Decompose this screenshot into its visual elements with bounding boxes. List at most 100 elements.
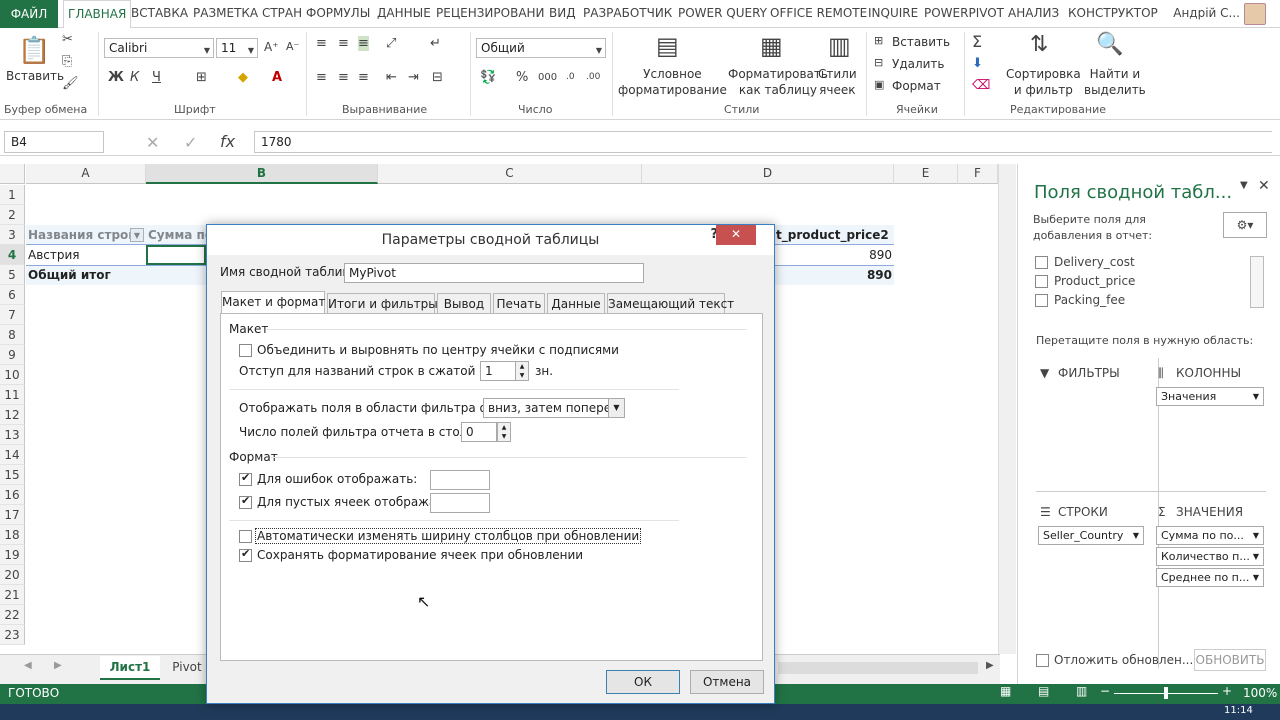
conditional-format-button[interactable]: Условное форматирование [618, 66, 727, 98]
field-checkbox-product-price[interactable] [1035, 275, 1048, 288]
filter-count-input[interactable]: 0 [461, 422, 497, 442]
indent-input[interactable]: 1 [480, 361, 516, 381]
name-box[interactable]: B4 [4, 131, 104, 153]
tab-alt-text[interactable]: Замещающий текст [607, 293, 734, 314]
formula-input[interactable]: 1780 [254, 131, 1272, 153]
copy-icon[interactable]: ⎘ [62, 54, 72, 69]
scroll-right-icon[interactable]: ▶ [986, 660, 994, 671]
sheet-tab-sheet1[interactable]: Лист1 [100, 656, 160, 680]
row-header[interactable]: 19 [0, 545, 25, 565]
horizontal-scrollbar[interactable] [778, 662, 978, 674]
cell-styles-button[interactable]: Стили ячеек [818, 66, 857, 98]
empty-cells-label[interactable]: Для пустых ячеек отображать: [257, 495, 454, 509]
italic-button[interactable]: К [130, 70, 139, 85]
thousands-button[interactable]: 000 [538, 72, 557, 83]
tab-office-remote[interactable]: OFFICE REMOTE [770, 6, 867, 20]
cell-d4[interactable]: 890 [860, 245, 892, 265]
format-as-table-button[interactable]: Форматировать как таблицу [728, 66, 828, 98]
selected-cell-b4[interactable] [146, 245, 206, 265]
increase-decimal-icon[interactable]: .0 [566, 72, 575, 82]
errors-label[interactable]: Для ошибок отображать: [257, 472, 417, 486]
row-header[interactable]: 14 [0, 445, 25, 465]
row-header[interactable]: 10 [0, 365, 25, 385]
column-header-f[interactable]: F [958, 164, 998, 184]
tab-layout-format[interactable]: Макет и формат [221, 291, 325, 315]
zoom-level[interactable]: 100% [1243, 686, 1277, 700]
tab-data[interactable]: ДАННЫЕ [377, 6, 431, 20]
align-center-icon[interactable]: ≡ [338, 70, 349, 85]
preserve-format-checkbox[interactable] [239, 547, 252, 562]
field-checkbox-delivery-cost[interactable] [1035, 256, 1048, 269]
tab-printing[interactable]: Печать [493, 293, 545, 314]
preserve-format-label[interactable]: Сохранять форматирование ячеек при обнов… [257, 548, 583, 562]
font-name-select[interactable]: Calibri ▼ [104, 38, 214, 58]
orientation-icon[interactable]: ⤢ [386, 36, 396, 51]
column-header-c[interactable]: C [378, 164, 642, 184]
fill-color-icon[interactable]: ◆ [238, 70, 248, 85]
find-select-button[interactable]: Найти и выделить [1084, 66, 1146, 98]
autosum-icon[interactable]: Σ [972, 32, 982, 51]
page-layout-view-icon[interactable]: ▤ [1038, 684, 1049, 698]
tab-data[interactable]: Данные [547, 293, 605, 314]
zoom-slider-thumb[interactable] [1164, 687, 1168, 699]
merge-center-icon[interactable]: ⊟ [432, 70, 443, 85]
row-header[interactable]: 9 [0, 345, 25, 365]
column-header-e[interactable]: E [894, 164, 958, 184]
indent-spinner[interactable]: ▲ ▼ [515, 361, 529, 381]
tab-formulas[interactable]: ФОРМУЛЫ [306, 6, 370, 20]
align-middle-icon[interactable]: ≡ [338, 36, 349, 51]
close-icon[interactable]: ✕ [1258, 178, 1270, 194]
filter-order-select[interactable]: вниз, затем поперек ▼ [483, 398, 625, 418]
zoom-in-icon[interactable]: + [1222, 684, 1232, 698]
close-button[interactable]: ✕ [716, 225, 756, 245]
cell-a5[interactable]: Общий итог [28, 265, 111, 285]
row-header[interactable]: 4 [0, 245, 25, 265]
binoculars-icon[interactable]: 🔍 [1096, 32, 1123, 57]
row-header[interactable]: 21 [0, 585, 25, 605]
empty-cells-checkbox[interactable] [239, 494, 252, 509]
tab-powerpivot[interactable]: POWERPIVOT [924, 6, 1004, 20]
tab-display[interactable]: Вывод [437, 293, 491, 314]
cut-icon[interactable]: ✂ [62, 32, 73, 47]
pivot-name-input[interactable]: MyPivot [344, 263, 644, 283]
autofit-label[interactable]: Автоматически изменять ширину столбцов п… [255, 528, 642, 544]
values-field-count[interactable]: Количество п... ▼ [1156, 547, 1264, 566]
paste-button[interactable]: Вставить [6, 68, 64, 84]
next-sheet-icon[interactable]: ▶ [54, 660, 62, 671]
cell-a4[interactable]: Австрия [28, 245, 80, 265]
row-header[interactable]: 23 [0, 625, 25, 645]
clear-icon[interactable]: ⌫ [972, 78, 990, 93]
vertical-scrollbar[interactable] [998, 164, 1016, 654]
row-header[interactable]: 8 [0, 325, 25, 345]
insert-cells-button[interactable]: Вставить [892, 34, 950, 50]
field-delivery-cost[interactable]: Delivery_cost [1054, 255, 1135, 269]
ok-button[interactable]: ОК [606, 670, 680, 694]
shrink-font-icon[interactable]: A⁻ [286, 40, 299, 53]
columns-field-values[interactable]: Значения ▼ [1156, 387, 1264, 406]
decrease-indent-icon[interactable]: ⇤ [386, 70, 397, 85]
fill-down-icon[interactable]: ⬇ [972, 56, 983, 71]
tab-view[interactable]: ВИД [549, 6, 576, 20]
page-break-view-icon[interactable]: ▥ [1076, 684, 1087, 698]
select-all-corner[interactable] [0, 164, 25, 184]
cell-styles-icon[interactable]: ▥ [828, 32, 851, 60]
field-list-scrollbar[interactable] [1250, 256, 1264, 308]
normal-view-icon[interactable]: ▦ [1000, 684, 1011, 698]
zoom-out-icon[interactable]: − [1100, 684, 1110, 698]
tab-inquire[interactable]: INQUIRE [868, 6, 918, 20]
sheet-tab-pivot[interactable]: Pivot [162, 656, 212, 680]
prev-sheet-icon[interactable]: ◀ [24, 660, 32, 671]
format-cells-button[interactable]: Формат [892, 78, 941, 94]
format-painter-icon[interactable]: 🖌 [62, 76, 79, 91]
align-right-icon[interactable]: ≡ [358, 70, 369, 85]
tab-page-layout[interactable]: РАЗМЕТКА СТРАН [193, 6, 302, 20]
grow-font-icon[interactable]: A⁺ [264, 40, 279, 54]
cancel-icon[interactable]: ✕ [146, 133, 159, 152]
sort-filter-icon[interactable]: ⇅ [1030, 32, 1048, 57]
values-field-average[interactable]: Среднее по п... ▼ [1156, 568, 1264, 587]
currency-icon[interactable]: 💱 [480, 70, 496, 85]
row-header[interactable]: 5 [0, 265, 25, 285]
cell-d5[interactable]: 890 [860, 265, 892, 285]
row-header[interactable]: 20 [0, 565, 25, 585]
defer-update-checkbox[interactable] [1036, 654, 1049, 667]
